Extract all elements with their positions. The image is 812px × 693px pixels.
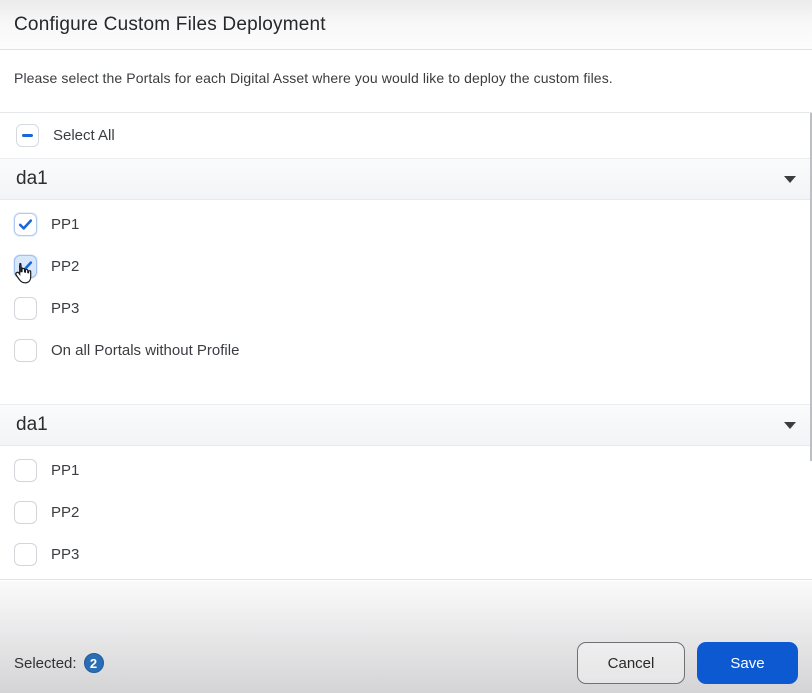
asset-group-header[interactable]: da1 bbox=[0, 158, 812, 200]
save-button[interactable]: Save bbox=[697, 642, 798, 684]
portal-checkbox[interactable] bbox=[14, 338, 37, 362]
portal-selection-list: Select All da1 PP1 PP2 PP3 On all Portal… bbox=[0, 112, 812, 580]
portal-label: PP3 bbox=[51, 299, 80, 317]
dialog-footer: Selected: 2 Cancel Save bbox=[0, 581, 812, 693]
portal-checkbox[interactable] bbox=[14, 254, 37, 278]
portal-row[interactable]: PP1 bbox=[0, 203, 812, 245]
portal-checkbox[interactable] bbox=[14, 542, 37, 566]
portal-label: PP1 bbox=[51, 215, 80, 233]
portal-row[interactable]: PP2 bbox=[0, 491, 812, 533]
portal-checkbox[interactable] bbox=[14, 458, 37, 482]
selected-label: Selected: bbox=[14, 654, 77, 672]
portal-label: PP2 bbox=[51, 257, 80, 275]
portal-label: On all Portals without Profile bbox=[51, 341, 240, 359]
check-icon bbox=[18, 218, 33, 230]
check-icon bbox=[18, 260, 33, 272]
dialog-title: Configure Custom Files Deployment bbox=[14, 13, 326, 35]
portal-label: PP2 bbox=[51, 503, 80, 521]
chevron-down-icon[interactable] bbox=[784, 175, 796, 183]
portal-checkbox[interactable] bbox=[14, 296, 37, 320]
dialog-header: Configure Custom Files Deployment bbox=[0, 0, 812, 50]
indeterminate-dash-icon bbox=[22, 133, 33, 138]
asset-group-items: PP1 PP2 PP3 On all Portals without Profi… bbox=[0, 200, 812, 371]
chevron-down-icon[interactable] bbox=[784, 421, 796, 429]
portal-row[interactable]: PP3 bbox=[0, 533, 812, 575]
portal-row[interactable]: PP2 bbox=[0, 245, 812, 287]
portal-row[interactable]: On all Portals without Profile bbox=[0, 575, 812, 579]
asset-group-name: da1 bbox=[16, 168, 48, 189]
portal-checkbox[interactable] bbox=[14, 212, 37, 236]
select-all-row[interactable]: Select All bbox=[0, 113, 812, 158]
dialog-description: Please select the Portals for each Digit… bbox=[14, 70, 613, 86]
select-all-label: Select All bbox=[53, 127, 115, 144]
asset-group-name: da1 bbox=[16, 414, 48, 435]
portal-row[interactable]: On all Portals without Profile bbox=[0, 329, 812, 371]
portal-label: PP1 bbox=[51, 461, 80, 479]
cancel-button[interactable]: Cancel bbox=[577, 642, 685, 684]
select-all-checkbox[interactable] bbox=[16, 124, 39, 147]
portal-label: PP3 bbox=[51, 545, 80, 563]
portal-row[interactable]: PP3 bbox=[0, 287, 812, 329]
asset-group-items: PP1 PP2 PP3 On all Portals without Profi… bbox=[0, 446, 812, 579]
portal-checkbox[interactable] bbox=[14, 500, 37, 524]
selected-summary: Selected: 2 bbox=[14, 653, 104, 673]
selected-count-badge: 2 bbox=[83, 653, 104, 673]
asset-group-header[interactable]: da1 bbox=[0, 404, 812, 446]
portal-row[interactable]: PP1 bbox=[0, 449, 812, 491]
